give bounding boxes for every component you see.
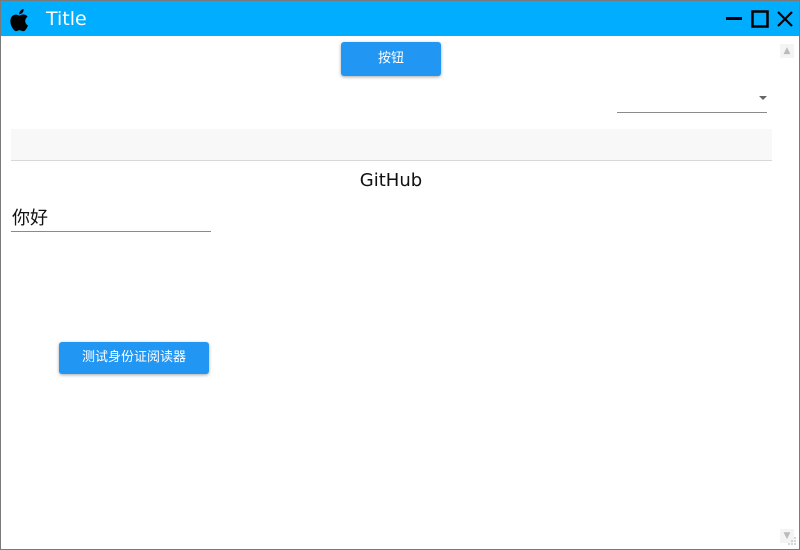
main-content: 按钮 GitHub 测试身份证阅读器 ▲ ▼ xyxy=(1,36,799,549)
github-link[interactable]: GitHub xyxy=(301,169,481,193)
hello-input[interactable] xyxy=(11,203,211,231)
title-bar[interactable]: Title xyxy=(1,1,799,36)
resize-grip-icon[interactable] xyxy=(787,536,797,546)
apple-icon xyxy=(10,9,28,32)
id-card-reader-test-button[interactable]: 测试身份证阅读器 xyxy=(59,342,209,374)
scroll-up-arrow-icon[interactable]: ▲ xyxy=(780,44,794,58)
hello-text-field[interactable] xyxy=(11,203,211,232)
dropdown-select[interactable] xyxy=(617,86,767,113)
close-icon[interactable] xyxy=(774,8,796,30)
chevron-down-icon xyxy=(759,96,767,100)
maximize-icon[interactable] xyxy=(749,8,771,30)
top-button[interactable]: 按钮 xyxy=(341,42,441,76)
text-bar-field[interactable] xyxy=(11,129,772,161)
window-title: Title xyxy=(46,8,87,30)
minimize-icon[interactable] xyxy=(723,8,745,30)
text-bar-input[interactable] xyxy=(11,129,772,160)
app-window: Title 按钮 GitHub 测试身份证阅读器 ▲ ▼ xyxy=(0,0,800,550)
